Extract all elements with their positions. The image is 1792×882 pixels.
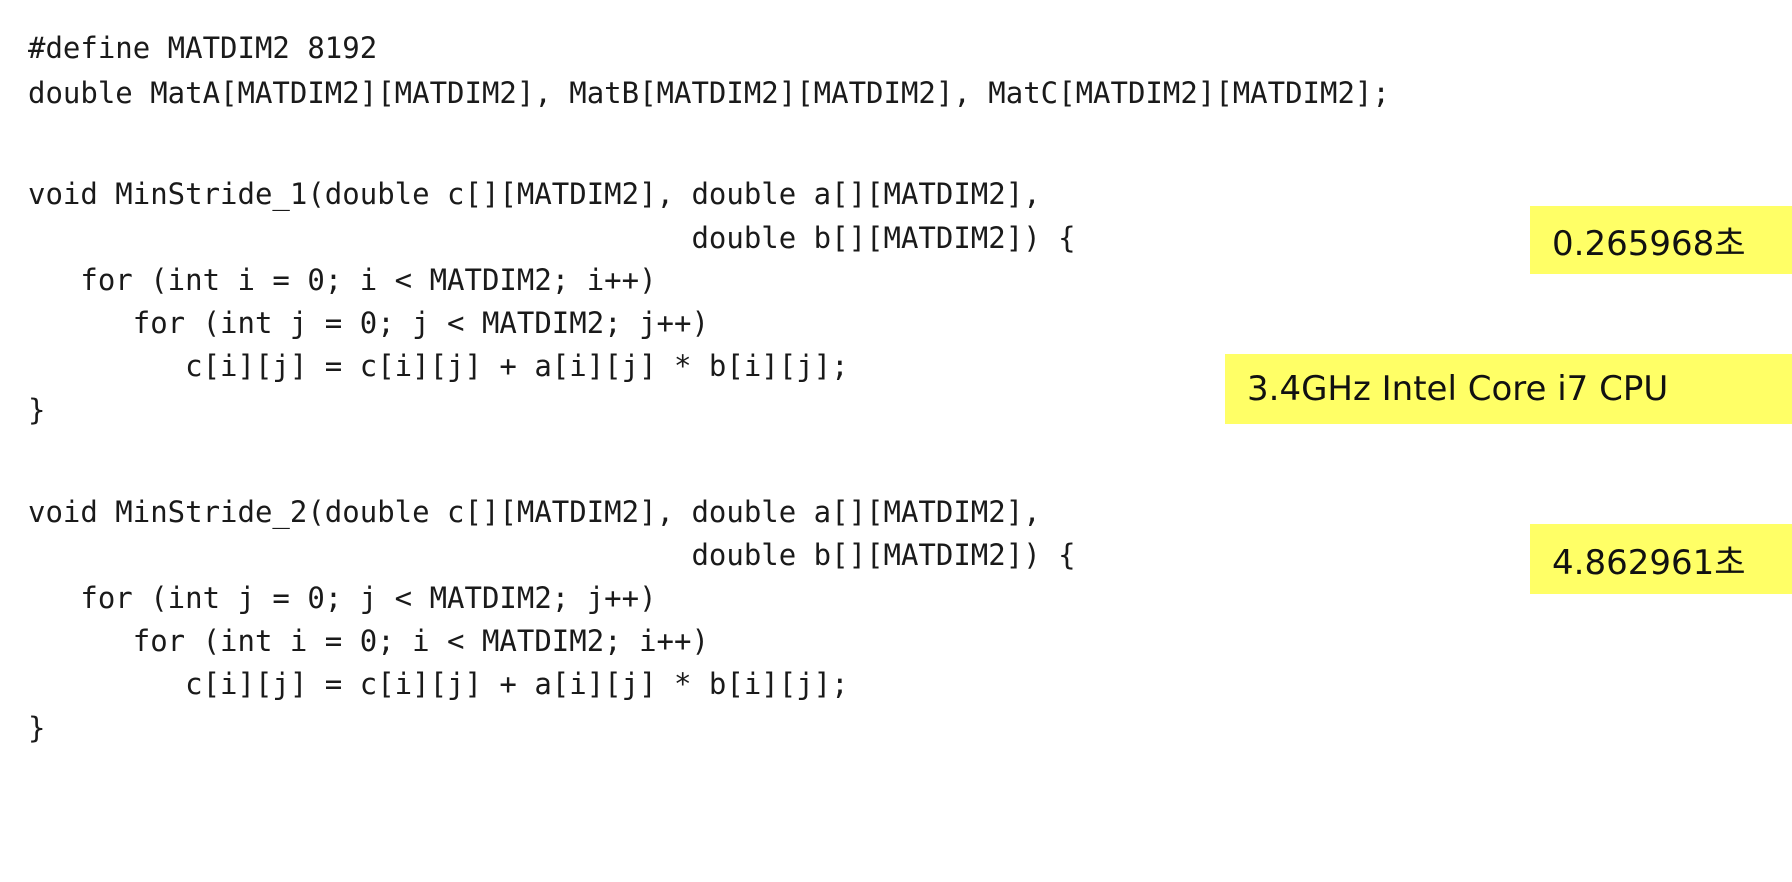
code-line-func2-signature-cont: double b[][MATDIM2]) { xyxy=(28,538,1076,572)
code-line-func2-signature: void MinStride_2(double c[][MATDIM2], do… xyxy=(28,495,1041,529)
code-line-func2-inner-loop: for (int i = 0; i < MATDIM2; i++) xyxy=(28,624,709,658)
code-line-func1-close: } xyxy=(28,393,46,427)
code-line-func2-close: } xyxy=(28,711,46,745)
cpu-info-badge: 3.4GHz Intel Core i7 CPU xyxy=(1225,354,1792,424)
code-line-define: #define MATDIM2 8192 xyxy=(28,31,378,65)
timing-badge-minstride-2: 4.862961초 xyxy=(1530,524,1792,594)
code-line-func2-body: c[i][j] = c[i][j] + a[i][j] * b[i][j]; xyxy=(28,667,849,701)
code-line-func2-outer-loop: for (int j = 0; j < MATDIM2; j++) xyxy=(28,581,657,615)
code-line-func1-outer-loop: for (int i = 0; i < MATDIM2; i++) xyxy=(28,263,657,297)
code-line-func1-signature: void MinStride_1(double c[][MATDIM2], do… xyxy=(28,177,1041,211)
code-line-func1-inner-loop: for (int j = 0; j < MATDIM2; j++) xyxy=(28,306,709,340)
code-line-func1-signature-cont: double b[][MATDIM2]) { xyxy=(28,221,1076,255)
code-line-func1-body: c[i][j] = c[i][j] + a[i][j] * b[i][j]; xyxy=(28,349,849,383)
code-line-matrix-decl: double MatA[MATDIM2][MATDIM2], MatB[MATD… xyxy=(28,76,1390,110)
timing-badge-minstride-1: 0.265968초 xyxy=(1530,206,1792,274)
